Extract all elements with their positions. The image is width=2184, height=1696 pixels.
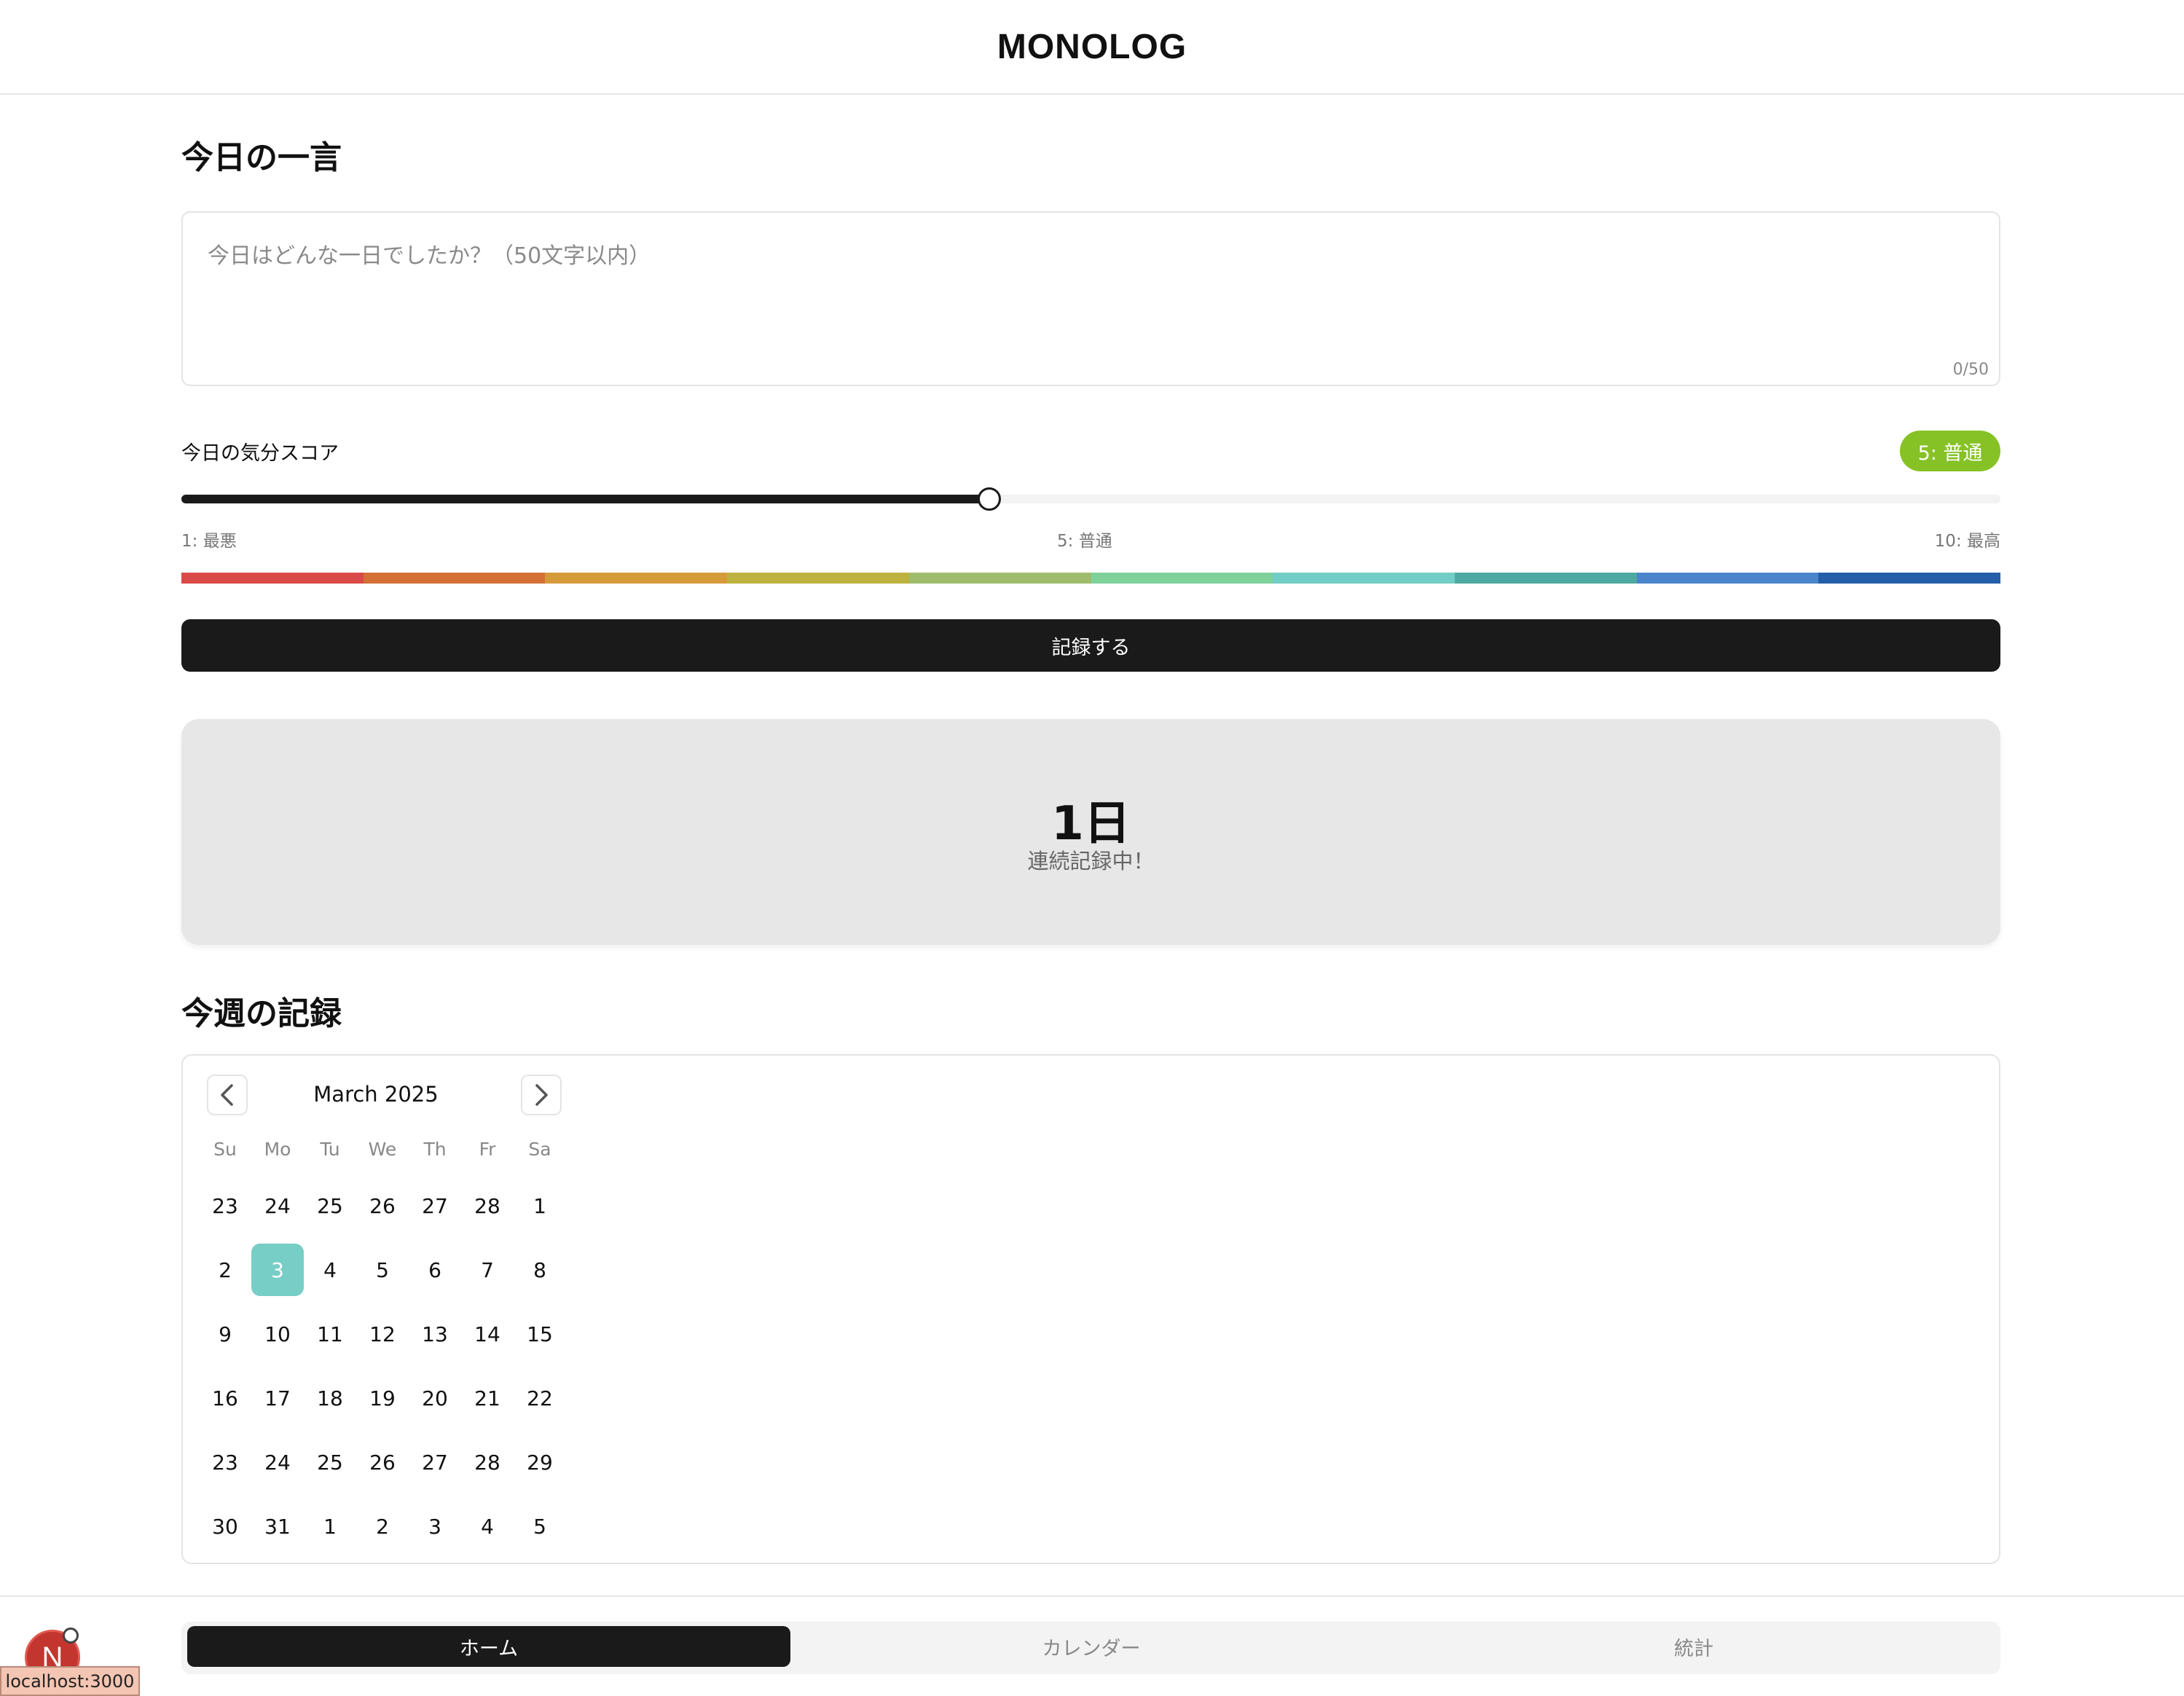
calendar-day[interactable]: 24 — [251, 1436, 304, 1488]
calendar-day[interactable]: 16 — [199, 1372, 251, 1424]
calendar-day[interactable]: 5 — [514, 1500, 566, 1552]
calendar-day[interactable]: 3 — [409, 1500, 461, 1552]
calendar-next-button[interactable] — [521, 1075, 562, 1115]
mood-slider[interactable] — [181, 487, 2000, 511]
mood-color-segment-9 — [1636, 573, 1819, 584]
record-button[interactable]: 記録する — [181, 619, 2000, 672]
calendar-day[interactable]: 18 — [304, 1372, 356, 1424]
streak-value: 1日 — [1051, 797, 1131, 851]
calendar-day[interactable]: 12 — [356, 1308, 409, 1360]
calendar-day[interactable]: 9 — [199, 1308, 251, 1360]
tab-home[interactable]: ホーム — [187, 1626, 790, 1667]
calendar-day[interactable]: 20 — [409, 1372, 461, 1424]
calendar-day[interactable]: 24 — [251, 1179, 304, 1232]
calendar-day[interactable]: 31 — [251, 1500, 304, 1552]
calendar-day[interactable]: 6 — [409, 1244, 461, 1296]
scale-max-label: 10: 最高 — [1934, 532, 2000, 551]
mood-color-segment-1 — [181, 573, 364, 584]
calendar-day[interactable]: 5 — [356, 1244, 409, 1296]
tab-calendar[interactable]: カレンダー — [790, 1626, 1393, 1667]
entry-textarea[interactable] — [183, 213, 1999, 385]
calendar-day[interactable]: 25 — [304, 1179, 356, 1232]
tab-stats[interactable]: 統計 — [1392, 1626, 1995, 1667]
calendar-day[interactable]: 30 — [199, 1500, 251, 1552]
calendar-day[interactable]: 8 — [514, 1244, 566, 1296]
mood-slider-thumb[interactable] — [978, 487, 1001, 511]
calendar-month-label: March 2025 — [313, 1082, 439, 1107]
calendar-day[interactable]: 28 — [461, 1179, 514, 1232]
tab-bar: ホーム カレンダー 統計 — [181, 1622, 2000, 1674]
weekly-title: 今週の記録 — [181, 995, 342, 1032]
bottom-nav: ホーム カレンダー 統計 — [0, 1595, 2184, 1696]
calendar-day[interactable]: 23 — [199, 1436, 251, 1488]
mood-color-segment-10 — [1818, 573, 2001, 584]
char-counter: 0/50 — [1952, 361, 1989, 379]
calendar-day[interactable]: 25 — [304, 1436, 356, 1488]
chevron-right-icon — [535, 1084, 548, 1106]
calendar-day[interactable]: 26 — [356, 1436, 409, 1488]
calendar-day[interactable]: 21 — [461, 1372, 514, 1424]
mood-color-segment-6 — [1091, 573, 1273, 584]
calendar-weekday-tu: Tu — [320, 1139, 340, 1160]
calendar-day[interactable]: 2 — [356, 1500, 409, 1552]
mood-color-segment-2 — [363, 573, 546, 584]
calendar-day[interactable]: 4 — [461, 1500, 514, 1552]
calendar-day[interactable]: 1 — [304, 1500, 356, 1552]
calendar-day[interactable]: 22 — [514, 1372, 566, 1424]
calendar-weekday-fr: Fr — [479, 1139, 496, 1160]
calendar: March 2025 Su Mo Tu We Th Fr Sa 23 24 25 26 27 28 1 2 3… — [181, 1054, 2000, 1564]
calendar-weekday-we: We — [368, 1139, 397, 1160]
app-header: MONOLOG — [0, 0, 2184, 95]
scale-mid-label: 5: 普通 — [1057, 532, 1112, 551]
calendar-day[interactable]: 28 — [461, 1436, 514, 1488]
mood-slider-fill — [181, 495, 989, 503]
calendar-day[interactable]: 27 — [409, 1179, 461, 1232]
calendar-weekday-su: Su — [213, 1139, 237, 1160]
calendar-day[interactable]: 1 — [514, 1179, 566, 1232]
calendar-day[interactable]: 15 — [514, 1308, 566, 1360]
calendar-weekday-th: Th — [423, 1139, 447, 1160]
entry-title: 今日の一言 — [181, 139, 342, 176]
streak-caption: 連続記録中！ — [1027, 849, 1155, 873]
calendar-day-selected[interactable]: 3 — [251, 1244, 304, 1296]
calendar-prev-button[interactable] — [207, 1075, 248, 1115]
mood-label: 今日の気分スコア — [181, 442, 339, 465]
streak-card: 1日 連続記録中！ — [181, 719, 2000, 945]
calendar-day[interactable]: 17 — [251, 1372, 304, 1424]
calendar-day[interactable]: 27 — [409, 1436, 461, 1488]
mood-color-segment-3 — [545, 573, 728, 584]
calendar-weekday-mo: Mo — [264, 1139, 291, 1160]
calendar-day[interactable]: 19 — [356, 1372, 409, 1424]
calendar-day[interactable]: 26 — [356, 1179, 409, 1232]
calendar-day[interactable]: 23 — [199, 1179, 251, 1232]
calendar-day[interactable]: 4 — [304, 1244, 356, 1296]
mood-color-segment-5 — [908, 573, 1091, 584]
calendar-day[interactable]: 7 — [461, 1244, 514, 1296]
app-title: MONOLOG — [997, 27, 1187, 66]
calendar-day[interactable]: 10 — [251, 1308, 304, 1360]
mood-color-segment-4 — [727, 573, 909, 584]
calendar-day[interactable]: 2 — [199, 1244, 251, 1296]
mood-color-segment-7 — [1273, 573, 1455, 584]
dev-url-tooltip: localhost:3000 — [0, 1666, 140, 1696]
calendar-day[interactable]: 13 — [409, 1308, 461, 1360]
calendar-day[interactable]: 14 — [461, 1308, 514, 1360]
entry-textarea-box: 0/50 — [181, 211, 2000, 386]
calendar-day[interactable]: 11 — [304, 1308, 356, 1360]
mood-score-badge: 5: 普通 — [1900, 431, 2000, 471]
scale-min-label: 1: 最悪 — [181, 532, 237, 551]
mood-color-scale — [181, 573, 2001, 584]
mood-color-segment-8 — [1454, 573, 1637, 584]
calendar-weekday-sa: Sa — [528, 1139, 551, 1160]
dev-indicator-dot — [63, 1628, 79, 1644]
chevron-left-icon — [221, 1084, 233, 1106]
calendar-day[interactable]: 29 — [514, 1436, 566, 1488]
